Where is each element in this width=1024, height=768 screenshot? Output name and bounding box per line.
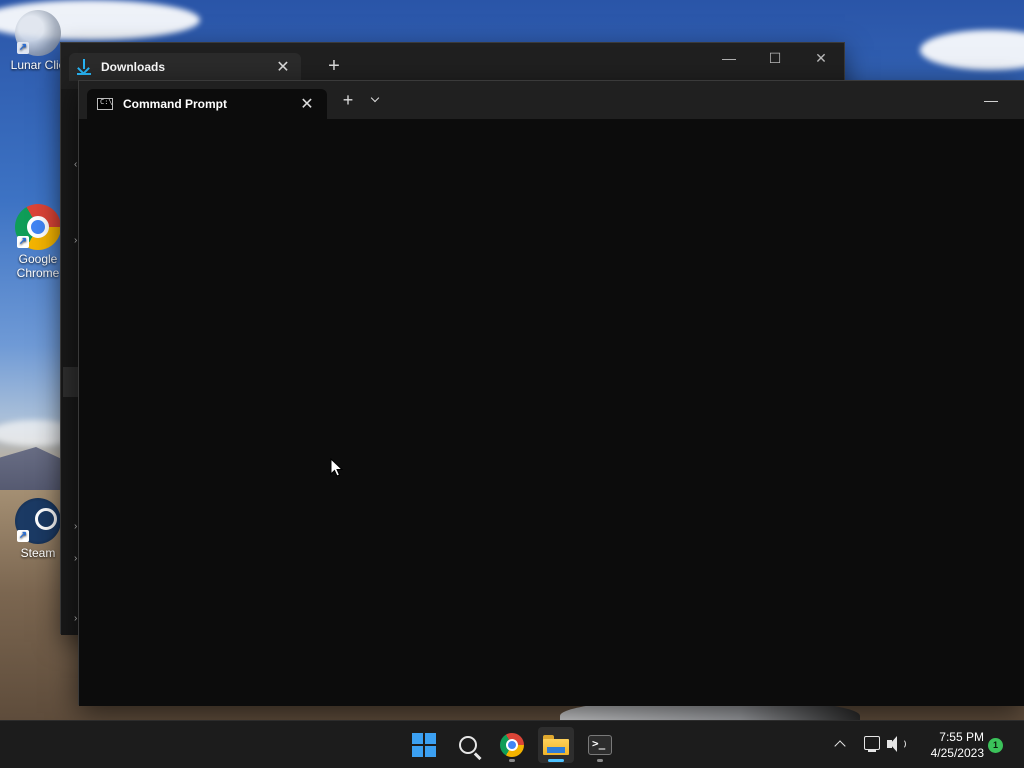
start-button[interactable] — [406, 727, 442, 763]
search-icon — [459, 736, 477, 754]
clock-date: 4/25/2023 — [930, 746, 984, 760]
minimize-button[interactable]: — — [706, 43, 752, 73]
taskbar-clock[interactable]: 7:55 PM 4/25/2023 — [914, 729, 984, 761]
taskbar-terminal-button[interactable]: >_ — [582, 727, 618, 763]
wallpaper-cloud — [920, 30, 1024, 70]
chrome-icon: ↗ — [15, 204, 61, 250]
terminal-tab-command-prompt[interactable]: C:\ Command Prompt ✕ — [87, 89, 327, 119]
minimize-button[interactable]: — — [968, 85, 1014, 115]
terminal-icon: >_ — [588, 735, 612, 755]
chrome-icon — [500, 733, 524, 757]
close-tab-icon[interactable]: ✕ — [297, 94, 317, 114]
explorer-caption-buttons: — ☐ ✕ — [706, 43, 844, 73]
folder-icon — [543, 735, 569, 755]
clock-time: 7:55 PM — [939, 730, 984, 744]
notification-badge[interactable]: 1 — [988, 738, 1003, 753]
windows-logo-icon — [412, 733, 436, 757]
mouse-cursor-icon — [330, 458, 344, 477]
close-tab-icon[interactable]: ✕ — [273, 57, 293, 77]
explorer-new-tab-button[interactable]: + — [323, 55, 345, 78]
shortcut-arrow-icon: ↗ — [17, 236, 29, 248]
download-icon — [77, 59, 91, 75]
taskbar: >_ 7:55 PM 4/25/2023 1 — [0, 720, 1024, 768]
explorer-tab-label: Downloads — [101, 60, 166, 74]
nav-pane-selected-item[interactable] — [63, 367, 79, 397]
terminal-tab-label: Command Prompt — [123, 97, 228, 111]
volume-icon[interactable] — [887, 735, 907, 753]
terminal-tab-bar: C:\ Command Prompt ✕ + — — [79, 81, 1024, 119]
show-hidden-icons-chevron-icon[interactable] — [834, 738, 846, 750]
chevron-down-icon[interactable] — [367, 92, 385, 108]
network-icon[interactable] — [864, 736, 880, 752]
taskbar-file-explorer-button[interactable] — [538, 727, 574, 763]
taskbar-chrome-button[interactable] — [494, 727, 530, 763]
terminal-new-tab-button[interactable]: + — [337, 90, 359, 111]
running-indicator — [597, 759, 603, 762]
terminal-window[interactable]: C:\ Command Prompt ✕ + — — [78, 80, 1024, 706]
taskbar-search-button[interactable] — [450, 727, 486, 763]
explorer-tab-downloads[interactable]: Downloads ✕ — [69, 53, 301, 81]
shortcut-arrow-icon: ↗ — [17, 530, 29, 542]
close-window-button[interactable]: ✕ — [798, 43, 844, 73]
terminal-output-area[interactable] — [79, 119, 1024, 706]
lunar-client-icon: ↗ — [15, 10, 61, 56]
focused-indicator — [548, 759, 564, 762]
command-prompt-icon: C:\ — [97, 98, 113, 110]
shortcut-arrow-icon: ↗ — [17, 42, 29, 54]
running-indicator — [509, 759, 515, 762]
maximize-button[interactable]: ☐ — [752, 43, 798, 73]
steam-icon: ↗ — [15, 498, 61, 544]
